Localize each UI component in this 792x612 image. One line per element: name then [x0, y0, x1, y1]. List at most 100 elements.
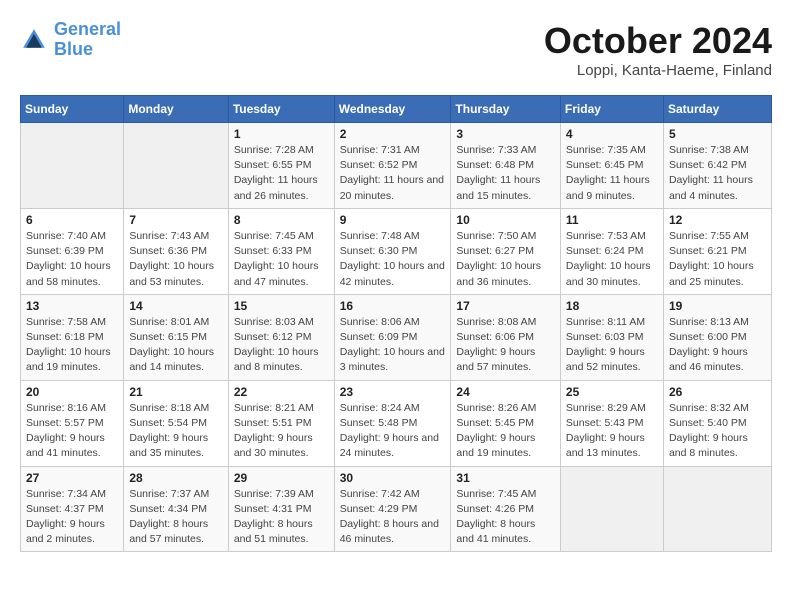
- day-detail: Sunrise: 7:42 AM Sunset: 4:29 PM Dayligh…: [340, 487, 446, 548]
- day-number: 24: [456, 385, 555, 399]
- day-detail: Sunrise: 7:35 AM Sunset: 6:45 PM Dayligh…: [566, 143, 658, 204]
- logo-icon: [20, 26, 48, 54]
- day-number: 9: [340, 213, 446, 227]
- calendar-cell: [124, 123, 228, 209]
- calendar-cell: 21 Sunrise: 8:18 AM Sunset: 5:54 PM Dayli…: [124, 380, 228, 466]
- weekday-header: Tuesday: [228, 96, 334, 123]
- day-number: 11: [566, 213, 658, 227]
- day-detail: Sunrise: 7:45 AM Sunset: 4:26 PM Dayligh…: [456, 487, 555, 548]
- day-number: 1: [234, 127, 329, 141]
- logo-line2: Blue: [54, 39, 93, 59]
- location: Loppi, Kanta-Haeme, Finland: [544, 62, 772, 79]
- calendar-cell: 31Sunrise: 7:45 AM Sunset: 4:26 PM Dayli…: [451, 466, 561, 552]
- day-number: 6: [26, 213, 118, 227]
- month-title: October 2024: [544, 20, 772, 62]
- day-number: 4: [566, 127, 658, 141]
- calendar-cell: 26Sunrise: 8:32 AM Sunset: 5:40 PM Dayli…: [663, 380, 771, 466]
- calendar-cell: 1 Sunrise: 7:28 AM Sunset: 6:55 PM Daylig…: [228, 123, 334, 209]
- calendar-cell: 11 Sunrise: 7:53 AM Sunset: 6:24 PM Dayli…: [560, 208, 663, 294]
- calendar-cell: 10Sunrise: 7:50 AM Sunset: 6:27 PM Dayli…: [451, 208, 561, 294]
- calendar-cell: 12 Sunrise: 7:55 AM Sunset: 6:21 PM Dayli…: [663, 208, 771, 294]
- calendar-cell: 19 Sunrise: 8:13 AM Sunset: 6:00 PM Dayli…: [663, 294, 771, 380]
- day-detail: Sunrise: 8:06 AM Sunset: 6:09 PM Dayligh…: [340, 315, 446, 376]
- calendar-cell: 13 Sunrise: 7:58 AM Sunset: 6:18 PM Dayli…: [21, 294, 124, 380]
- day-detail: Sunrise: 8:29 AM Sunset: 5:43 PM Dayligh…: [566, 401, 658, 462]
- day-detail: Sunrise: 8:13 AM Sunset: 6:00 PM Dayligh…: [669, 315, 766, 376]
- calendar-cell: 18 Sunrise: 8:11 AM Sunset: 6:03 PM Dayli…: [560, 294, 663, 380]
- calendar-cell: 6Sunrise: 7:40 AM Sunset: 6:39 PM Daylig…: [21, 208, 124, 294]
- weekday-header: Monday: [124, 96, 228, 123]
- logo: General Blue: [20, 20, 121, 60]
- calendar-cell: 8Sunrise: 7:45 AM Sunset: 6:33 PM Daylig…: [228, 208, 334, 294]
- calendar-cell: 24 Sunrise: 8:26 AM Sunset: 5:45 PM Dayli…: [451, 380, 561, 466]
- day-number: 8: [234, 213, 329, 227]
- day-detail: Sunrise: 7:28 AM Sunset: 6:55 PM Dayligh…: [234, 143, 329, 204]
- day-number: 16: [340, 299, 446, 313]
- day-number: 28: [129, 471, 222, 485]
- logo-text: General Blue: [54, 20, 121, 60]
- calendar-cell: 28 Sunrise: 7:37 AM Sunset: 4:34 PM Dayli…: [124, 466, 228, 552]
- day-number: 20: [26, 385, 118, 399]
- day-detail: Sunrise: 7:34 AM Sunset: 4:37 PM Dayligh…: [26, 487, 118, 548]
- weekday-header: Thursday: [451, 96, 561, 123]
- calendar-cell: 7 Sunrise: 7:43 AM Sunset: 6:36 PM Daylig…: [124, 208, 228, 294]
- calendar-cell: 22 Sunrise: 8:21 AM Sunset: 5:51 PM Dayli…: [228, 380, 334, 466]
- calendar-table: SundayMondayTuesdayWednesdayThursdayFrid…: [20, 95, 772, 552]
- day-number: 27: [26, 471, 118, 485]
- calendar-cell: 2 Sunrise: 7:31 AM Sunset: 6:52 PM Daylig…: [334, 123, 451, 209]
- calendar-week-row: 27 Sunrise: 7:34 AM Sunset: 4:37 PM Dayli…: [21, 466, 772, 552]
- day-number: 3: [456, 127, 555, 141]
- day-detail: Sunrise: 7:33 AM Sunset: 6:48 PM Dayligh…: [456, 143, 555, 204]
- day-number: 14: [129, 299, 222, 313]
- calendar-week-row: 6Sunrise: 7:40 AM Sunset: 6:39 PM Daylig…: [21, 208, 772, 294]
- day-number: 21: [129, 385, 222, 399]
- calendar-week-row: 20 Sunrise: 8:16 AM Sunset: 5:57 PM Dayli…: [21, 380, 772, 466]
- calendar-cell: 25 Sunrise: 8:29 AM Sunset: 5:43 PM Dayli…: [560, 380, 663, 466]
- day-number: 7: [129, 213, 222, 227]
- title-block: October 2024 Loppi, Kanta-Haeme, Finland: [544, 20, 772, 79]
- day-detail: Sunrise: 7:58 AM Sunset: 6:18 PM Dayligh…: [26, 315, 118, 376]
- calendar-cell: 29Sunrise: 7:39 AM Sunset: 4:31 PM Dayli…: [228, 466, 334, 552]
- day-detail: Sunrise: 7:55 AM Sunset: 6:21 PM Dayligh…: [669, 229, 766, 290]
- calendar-cell: 5Sunrise: 7:38 AM Sunset: 6:42 PM Daylig…: [663, 123, 771, 209]
- day-number: 17: [456, 299, 555, 313]
- day-number: 5: [669, 127, 766, 141]
- day-number: 30: [340, 471, 446, 485]
- day-number: 29: [234, 471, 329, 485]
- weekday-header: Friday: [560, 96, 663, 123]
- day-number: 2: [340, 127, 446, 141]
- day-detail: Sunrise: 7:53 AM Sunset: 6:24 PM Dayligh…: [566, 229, 658, 290]
- day-detail: Sunrise: 8:11 AM Sunset: 6:03 PM Dayligh…: [566, 315, 658, 376]
- weekday-header: Sunday: [21, 96, 124, 123]
- day-number: 18: [566, 299, 658, 313]
- day-detail: Sunrise: 8:08 AM Sunset: 6:06 PM Dayligh…: [456, 315, 555, 376]
- day-detail: Sunrise: 7:50 AM Sunset: 6:27 PM Dayligh…: [456, 229, 555, 290]
- day-number: 12: [669, 213, 766, 227]
- calendar-week-row: 1 Sunrise: 7:28 AM Sunset: 6:55 PM Daylig…: [21, 123, 772, 209]
- calendar-week-row: 13 Sunrise: 7:58 AM Sunset: 6:18 PM Dayli…: [21, 294, 772, 380]
- day-detail: Sunrise: 8:16 AM Sunset: 5:57 PM Dayligh…: [26, 401, 118, 462]
- day-detail: Sunrise: 8:24 AM Sunset: 5:48 PM Dayligh…: [340, 401, 446, 462]
- day-detail: Sunrise: 7:48 AM Sunset: 6:30 PM Dayligh…: [340, 229, 446, 290]
- day-number: 22: [234, 385, 329, 399]
- calendar-cell: [663, 466, 771, 552]
- calendar-cell: 20 Sunrise: 8:16 AM Sunset: 5:57 PM Dayli…: [21, 380, 124, 466]
- day-number: 25: [566, 385, 658, 399]
- calendar-cell: 9 Sunrise: 7:48 AM Sunset: 6:30 PM Daylig…: [334, 208, 451, 294]
- day-detail: Sunrise: 8:21 AM Sunset: 5:51 PM Dayligh…: [234, 401, 329, 462]
- day-number: 19: [669, 299, 766, 313]
- day-detail: Sunrise: 8:26 AM Sunset: 5:45 PM Dayligh…: [456, 401, 555, 462]
- calendar-cell: [560, 466, 663, 552]
- day-detail: Sunrise: 7:43 AM Sunset: 6:36 PM Dayligh…: [129, 229, 222, 290]
- day-detail: Sunrise: 7:37 AM Sunset: 4:34 PM Dayligh…: [129, 487, 222, 548]
- calendar-cell: 3 Sunrise: 7:33 AM Sunset: 6:48 PM Daylig…: [451, 123, 561, 209]
- calendar-cell: 27 Sunrise: 7:34 AM Sunset: 4:37 PM Dayli…: [21, 466, 124, 552]
- calendar-cell: 23Sunrise: 8:24 AM Sunset: 5:48 PM Dayli…: [334, 380, 451, 466]
- day-detail: Sunrise: 8:03 AM Sunset: 6:12 PM Dayligh…: [234, 315, 329, 376]
- day-detail: Sunrise: 7:31 AM Sunset: 6:52 PM Dayligh…: [340, 143, 446, 204]
- logo-line1: General: [54, 19, 121, 39]
- weekday-header: Saturday: [663, 96, 771, 123]
- day-number: 13: [26, 299, 118, 313]
- day-detail: Sunrise: 8:18 AM Sunset: 5:54 PM Dayligh…: [129, 401, 222, 462]
- day-number: 15: [234, 299, 329, 313]
